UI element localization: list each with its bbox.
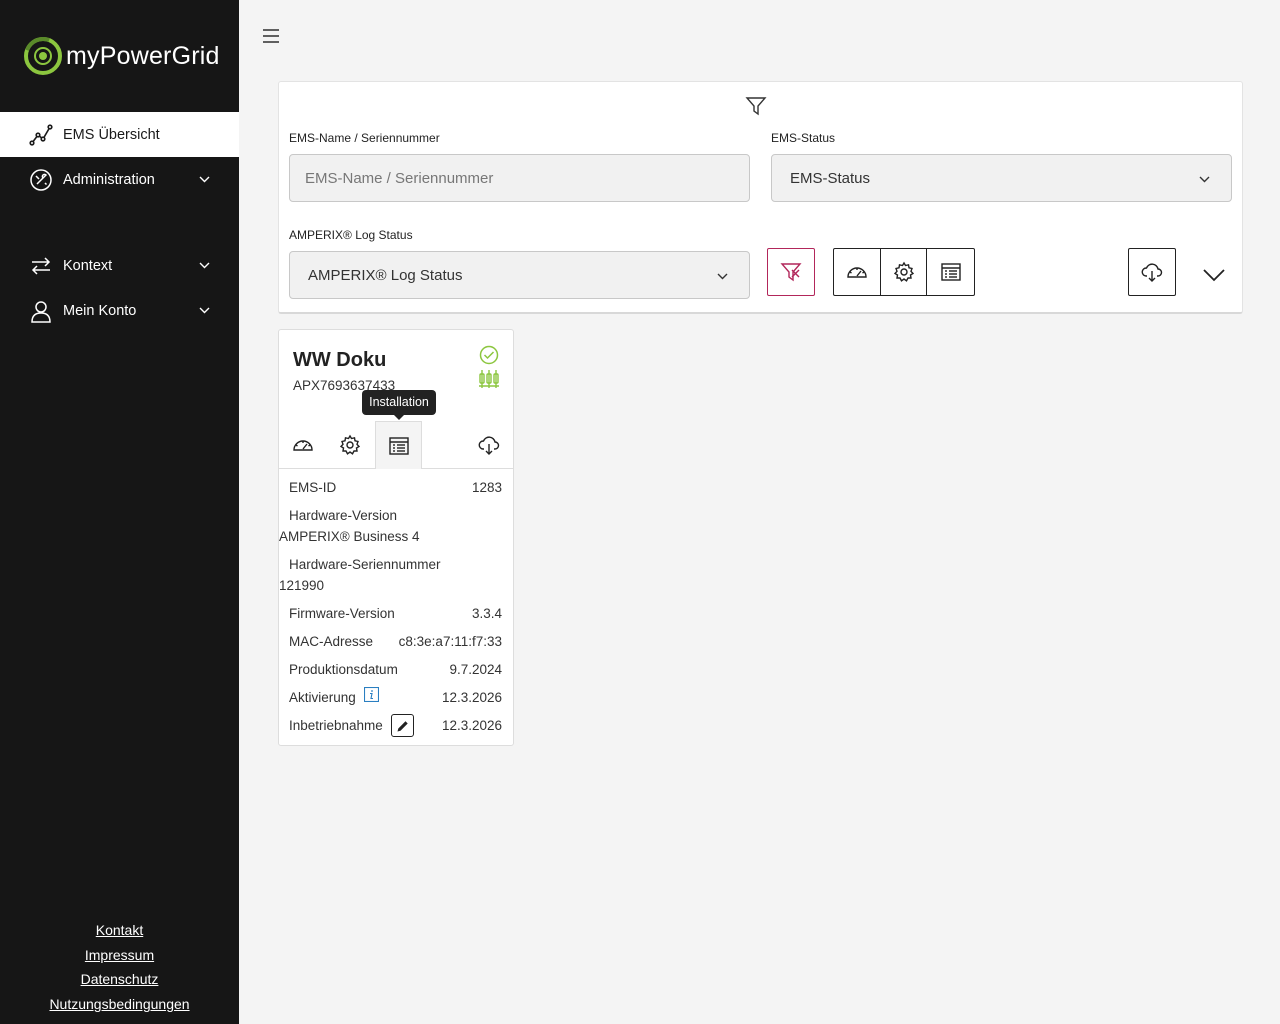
power-grid-icon (479, 370, 499, 388)
sidebar-item-ems-overview[interactable]: EMS Übersicht (0, 112, 239, 157)
commissioning-value: 12.3.2026 (441, 718, 502, 733)
card-settings-button[interactable] (326, 421, 373, 469)
log-status-filter-label: AMPERIX® Log Status (289, 228, 413, 242)
logo[interactable]: myPowerGrid (24, 36, 220, 76)
footer-link-impressum[interactable]: Impressum (0, 945, 239, 970)
mac-address-label: MAC-Adresse (289, 634, 374, 649)
edit-commissioning-button[interactable] (391, 714, 414, 737)
admin-icon (30, 169, 52, 191)
filter-clear-icon (780, 263, 802, 282)
cloud-download-icon (1141, 263, 1163, 282)
filter-icon[interactable] (745, 95, 767, 117)
commissioning-label: Inbetriebnahme (289, 718, 383, 733)
gauge-icon (847, 267, 867, 278)
list-table-icon (388, 436, 409, 455)
ems-card-title[interactable]: WW Doku (293, 349, 386, 372)
ems-id-label: EMS-ID (289, 480, 337, 495)
activation-value: 12.3.2026 (441, 690, 502, 705)
installation-button[interactable] (927, 249, 974, 295)
clear-filter-button[interactable] (767, 248, 815, 296)
log-status-filter-value: AMPERIX® Log Status (308, 267, 463, 284)
chevron-down-icon (199, 176, 210, 183)
settings-button[interactable] (881, 249, 928, 295)
sidebar-item-label: Administration (63, 171, 155, 188)
sidebar-item-administration[interactable]: Administration (0, 157, 239, 202)
hardware-serial-label: Hardware-Seriennummer (289, 557, 441, 572)
production-date-value: 9.7.2024 (449, 662, 502, 677)
sidebar-item-label: EMS Übersicht (63, 126, 160, 143)
footer-link-datenschutz[interactable]: Datenschutz (0, 969, 239, 994)
hardware-version-value: AMPERIX® Business 4 (279, 529, 420, 544)
dashboard-button[interactable] (834, 249, 881, 295)
hamburger-icon (263, 29, 279, 43)
logo-text: myPowerGrid (66, 41, 220, 70)
pencil-icon (397, 720, 408, 731)
sidebar-item-label: Kontext (63, 257, 113, 274)
sidebar-item-mein-konto[interactable]: Mein Konto (0, 288, 239, 333)
card-installation-button[interactable] (375, 421, 422, 469)
card-dashboard-button[interactable] (279, 421, 326, 469)
mac-address-value: c8:3e:a7:11:f7:33 (398, 634, 502, 649)
firmware-version-label: Firmware-Version (289, 606, 395, 621)
menu-toggle-button[interactable] (262, 27, 280, 45)
list-table-icon (940, 263, 961, 281)
chevron-down-icon (199, 262, 210, 269)
hardware-serial-value: 121990 (279, 578, 325, 593)
cloud-download-icon (478, 436, 499, 455)
gauge-icon (292, 440, 313, 451)
filter-panel: EMS-Name / Seriennummer EMS-Status EMS-S… (278, 81, 1243, 314)
status-filter-label: EMS-Status (771, 131, 836, 145)
sidebar: myPowerGrid EMS Übersicht Administration… (0, 0, 239, 1024)
status-filter-select[interactable]: EMS-Status (771, 154, 1232, 202)
download-button[interactable] (1128, 248, 1176, 296)
ems-card: WW Doku APX7693637433 Installation EMS-I… (278, 329, 514, 746)
status-filter-value: EMS-Status (790, 170, 871, 187)
chevron-down-icon (1203, 269, 1225, 282)
footer-links: Kontakt Impressum Datenschutz Nutzungsbe… (0, 920, 239, 1019)
view-button-group (833, 248, 975, 296)
expand-filters-button[interactable] (1200, 263, 1228, 287)
activation-label: Aktivierung (289, 690, 356, 705)
gear-icon (893, 261, 914, 282)
hardware-version-label: Hardware-Version (289, 508, 398, 523)
logo-icon (24, 37, 62, 75)
name-filter-label: EMS-Name / Seriennummer (289, 131, 440, 145)
ems-id-value: 1283 (471, 480, 502, 495)
info-icon[interactable] (364, 687, 379, 702)
firmware-version-value: 3.3.4 (471, 606, 502, 621)
ems-card-tabs (279, 421, 513, 469)
chart-line-icon (29, 124, 53, 146)
sidebar-item-label: Mein Konto (63, 302, 137, 319)
user-icon (31, 301, 51, 323)
check-circle-icon (479, 345, 499, 365)
chevron-down-icon (1199, 176, 1210, 183)
swap-arrows-icon (31, 257, 51, 275)
gear-icon (339, 434, 360, 455)
name-filter-input[interactable] (289, 154, 750, 202)
installation-tooltip: Installation (362, 390, 436, 420)
log-status-filter-select[interactable]: AMPERIX® Log Status (289, 251, 750, 299)
footer-link-kontakt[interactable]: Kontakt (0, 920, 239, 945)
footer-link-nutzungsbedingungen[interactable]: Nutzungsbedingungen (0, 994, 239, 1019)
card-download-button[interactable] (465, 421, 512, 469)
chevron-down-icon (717, 273, 728, 280)
chevron-down-icon (199, 307, 210, 314)
production-date-label: Produktionsdatum (289, 662, 398, 677)
sidebar-item-kontext[interactable]: Kontext (0, 243, 239, 288)
